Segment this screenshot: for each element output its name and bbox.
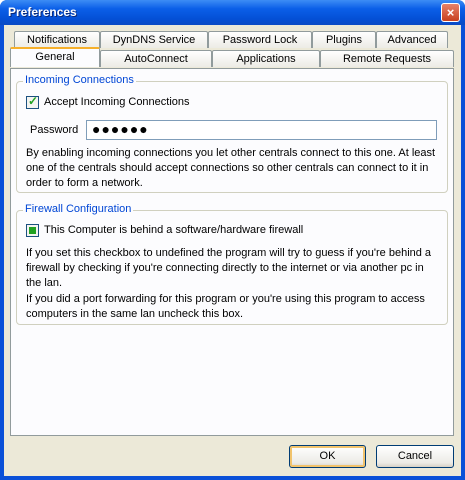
tab-general[interactable]: General — [10, 47, 100, 67]
accept-incoming-label[interactable]: Accept Incoming Connections — [44, 96, 190, 108]
general-tab-panel: Incoming Connections ✓ Accept Incoming C… — [10, 68, 454, 436]
firewall-configuration-group: Firewall Configuration This Computer is … — [16, 203, 448, 325]
password-field[interactable]: ●●●●●● — [86, 120, 437, 140]
incoming-connections-legend: Incoming Connections — [23, 74, 136, 86]
accept-incoming-checkbox[interactable]: ✓ — [26, 94, 39, 109]
indeterminate-icon — [29, 227, 36, 234]
close-button[interactable]: × — [441, 3, 460, 22]
checkmark-icon: ✓ — [28, 94, 39, 108]
behind-firewall-checkbox[interactable] — [26, 224, 39, 237]
tab-notifications[interactable]: Notifications — [14, 31, 100, 48]
tab-autoconnect[interactable]: AutoConnect — [100, 50, 212, 67]
incoming-description: By enabling incoming connections you let… — [26, 147, 436, 189]
tab-dyndns-service[interactable]: DynDNS Service — [100, 31, 208, 48]
cancel-button[interactable]: Cancel — [376, 445, 454, 468]
tab-plugins[interactable]: Plugins — [312, 31, 376, 48]
tab-remote-requests[interactable]: Remote Requests — [320, 50, 454, 67]
ok-button[interactable]: OK — [289, 445, 366, 468]
behind-firewall-label[interactable]: This Computer is behind a software/hardw… — [44, 224, 303, 236]
tab-password-lock[interactable]: Password Lock — [208, 31, 312, 48]
incoming-connections-group: Incoming Connections ✓ Accept Incoming C… — [16, 74, 448, 193]
tab-advanced[interactable]: Advanced — [376, 31, 448, 48]
dialog-body: Notifications DynDNS Service Password Lo… — [4, 25, 461, 476]
firewall-description-1: If you set this checkbox to undefined th… — [26, 247, 432, 289]
preferences-window: Preferences × Notifications DynDNS Servi… — [0, 0, 465, 480]
tab-applications[interactable]: Applications — [212, 50, 320, 67]
title-bar[interactable]: Preferences × — [0, 0, 465, 25]
window-title: Preferences — [8, 5, 77, 19]
firewall-description-2: If you did a port forwarding for this pr… — [26, 293, 425, 320]
password-label: Password — [30, 124, 79, 136]
firewall-configuration-legend: Firewall Configuration — [23, 203, 134, 215]
